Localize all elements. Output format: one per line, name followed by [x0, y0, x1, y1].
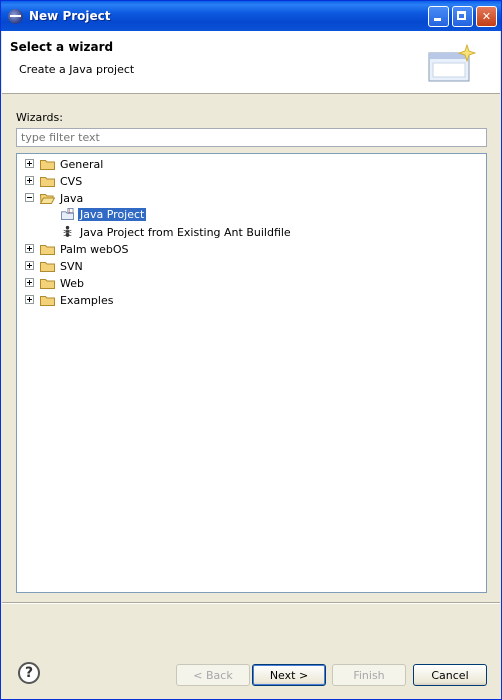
next-button[interactable]: Next > — [252, 664, 326, 686]
tree-item-examples[interactable]: Examples — [17, 292, 486, 309]
ant-icon — [63, 225, 72, 237]
header-title: Select a wizard — [10, 40, 114, 54]
new-project-dialog: New Project ✕ Select a wizard Create a J… — [0, 0, 502, 700]
tree-item-label: Web — [60, 277, 84, 290]
cancel-button[interactable]: Cancel — [413, 664, 487, 686]
tree-item-label: Java — [60, 192, 84, 205]
help-icon[interactable]: ? — [18, 662, 40, 684]
wizards-label: Wizards: — [16, 111, 63, 124]
filter-input[interactable] — [16, 128, 487, 147]
folder-icon — [40, 177, 55, 187]
footer-separator — [2, 602, 500, 604]
maximize-button[interactable] — [452, 6, 473, 27]
title-bar[interactable]: New Project ✕ — [1, 1, 501, 31]
svg-text:J: J — [68, 208, 70, 214]
tree-item-label: Examples — [60, 294, 114, 307]
tree-item-ant-project[interactable]: Java Project from Existing Ant Buildfile — [17, 224, 486, 241]
tree-item-svn[interactable]: SVN — [17, 258, 486, 275]
tree-item-general[interactable]: General — [17, 156, 486, 173]
minimize-button[interactable] — [428, 6, 449, 27]
folder-icon — [40, 262, 55, 272]
tree-item-label: SVN — [60, 260, 83, 273]
folder-icon — [40, 296, 55, 306]
wizard-banner-icon — [428, 43, 477, 82]
tree-item-web[interactable]: Web — [17, 275, 486, 292]
expand-icon[interactable] — [25, 278, 34, 287]
expand-icon[interactable] — [25, 261, 34, 270]
tree-item-label: Java Project — [76, 207, 148, 222]
collapse-icon[interactable] — [25, 193, 34, 202]
close-button[interactable]: ✕ — [476, 6, 497, 27]
wizard-tree[interactable]: General CVS Java J Java Project Java Pro… — [16, 153, 487, 593]
back-button[interactable]: < Back — [176, 664, 250, 686]
tree-item-label: General — [60, 158, 104, 171]
header-description: Create a Java project — [19, 63, 135, 76]
eclipse-icon — [8, 9, 23, 24]
folder-icon — [40, 160, 55, 170]
expand-icon[interactable] — [25, 176, 34, 185]
wizard-header: Select a wizard Create a Java project — [2, 31, 500, 94]
tree-item-label: Palm webOS — [60, 243, 129, 256]
tree-item-palm-webos[interactable]: Palm webOS — [17, 241, 486, 258]
tree-item-label: Java Project from Existing Ant Buildfile — [80, 226, 291, 239]
expand-icon[interactable] — [25, 244, 34, 253]
expand-icon[interactable] — [25, 295, 34, 304]
java-project-icon: J — [61, 208, 74, 220]
window-title: New Project — [29, 9, 111, 23]
folder-open-icon — [40, 194, 55, 204]
folder-icon — [40, 245, 55, 255]
tree-item-java[interactable]: Java — [17, 190, 486, 207]
tree-item-java-project[interactable]: J Java Project — [17, 207, 486, 224]
tree-item-label: CVS — [60, 175, 83, 188]
finish-button[interactable]: Finish — [332, 664, 406, 686]
folder-icon — [40, 279, 55, 289]
tree-item-cvs[interactable]: CVS — [17, 173, 486, 190]
expand-icon[interactable] — [25, 159, 34, 168]
